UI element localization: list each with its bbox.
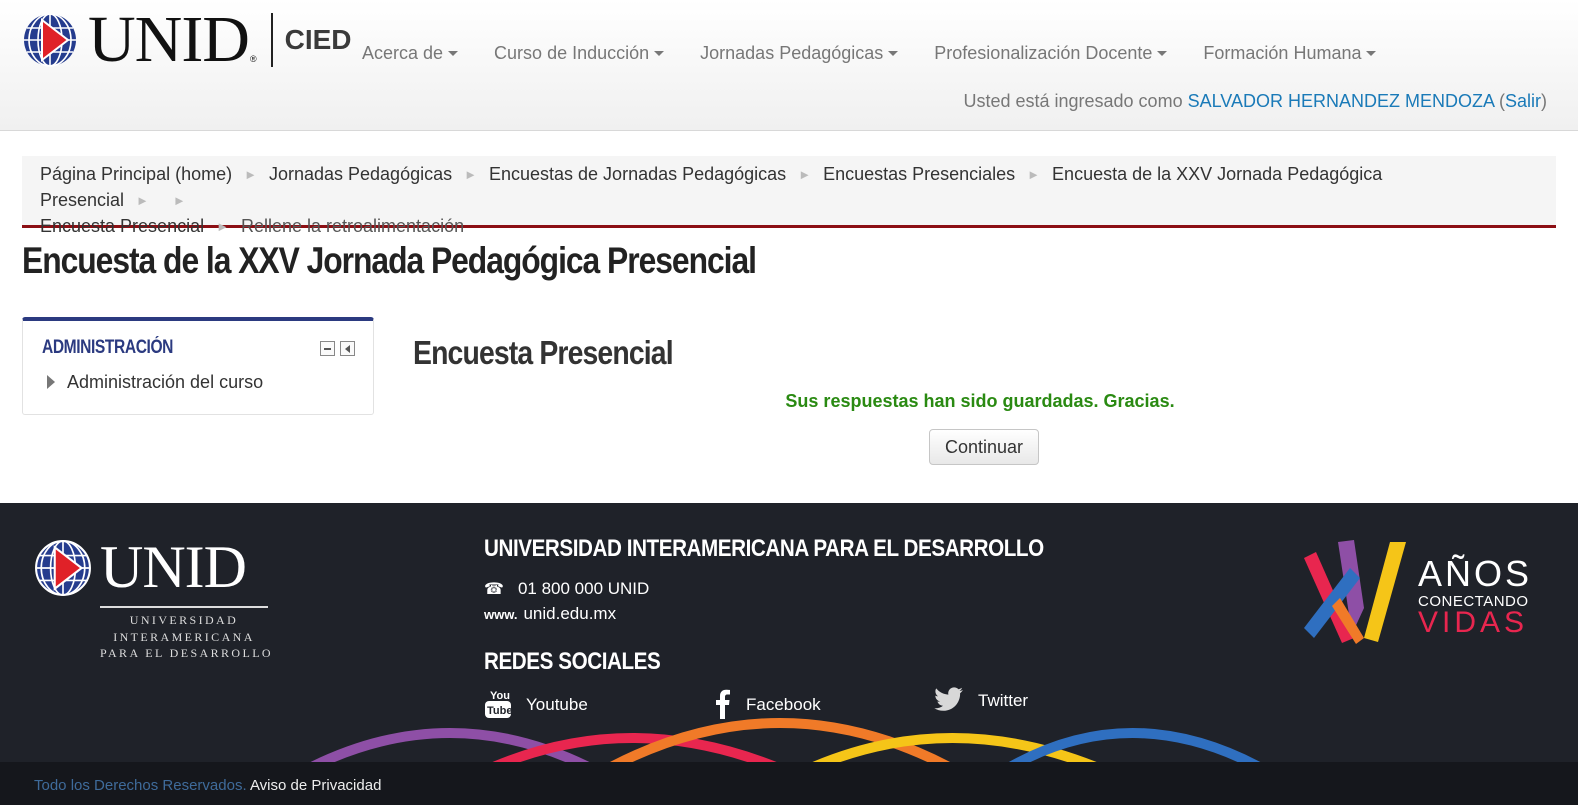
nav-acerca-de[interactable]: Acerca de — [344, 40, 476, 66]
expand-arrow-icon — [47, 375, 55, 389]
unid-globe-icon — [24, 13, 76, 67]
administration-block: ADMINISTRACIÓN Administración del curso — [22, 317, 374, 415]
nav-profesionalizacion-docente[interactable]: Profesionalización Docente — [916, 40, 1185, 66]
twitter-icon — [934, 687, 964, 716]
breadcrumb-separator-icon: ► — [1027, 167, 1041, 182]
facebook-link[interactable]: Facebook — [714, 687, 821, 724]
footer-bottom-bar: Todo los Derechos Reservados. Aviso de P… — [0, 762, 1578, 805]
svg-text:You: You — [490, 690, 510, 702]
caret-down-icon — [1366, 50, 1377, 56]
administration-block-title: ADMINISTRACIÓN — [42, 337, 174, 358]
breadcrumb-separator-icon: ► — [136, 193, 149, 208]
twitter-link[interactable]: Twitter — [934, 687, 1028, 716]
dock-block-icon[interactable] — [340, 341, 355, 356]
footer-phone: ☎ 01 800 000 UNID — [484, 579, 650, 598]
breadcrumb: Página Principal (home) ► Jornadas Pedagóg… — [22, 156, 1556, 236]
breadcrumb-encuestas-presenciales[interactable]: Encuestas Presenciales — [823, 164, 1015, 184]
collapse-block-icon[interactable] — [320, 341, 335, 356]
unid-cied-logo[interactable]: UNID ® CIED — [22, 3, 352, 76]
nav-formacion-humana[interactable]: Formación Humana — [1185, 40, 1394, 66]
caret-down-icon — [654, 50, 665, 56]
phone-icon: ☎ — [484, 581, 504, 598]
youtube-icon: You Tube — [484, 687, 512, 724]
breadcrumb-separator-icon: ► — [244, 167, 257, 182]
breadcrumb-encuestas-jornadas[interactable]: Encuestas de Jornadas Pedagógicas — [489, 164, 786, 184]
youtube-link[interactable]: You Tube Youtube — [484, 687, 588, 724]
svg-text:AÑOS: AÑOS — [1418, 553, 1532, 594]
breadcrumb-separator-icon: ► — [464, 167, 477, 182]
footer-web[interactable]: www. unid.edu.mx — [484, 604, 616, 624]
breadcrumb-separator-icon: ► — [798, 167, 812, 182]
user-profile-link[interactable]: SALVADOR HERNANDEZ MENDOZA — [1188, 91, 1494, 111]
copyright-text: Todo los Derechos Reservados. — [34, 777, 247, 794]
breadcrumb-jornadas[interactable]: Jornadas Pedagógicas — [269, 164, 452, 184]
continue-button[interactable]: Continuar — [929, 429, 1039, 465]
unid-globe-icon — [35, 540, 91, 596]
page-title: Encuesta de la XXV Jornada Pedagógica Pr… — [22, 240, 757, 281]
caret-down-icon — [448, 50, 459, 56]
logo-cied: CIED — [284, 24, 352, 55]
section-title: Encuesta Presencial — [413, 334, 674, 371]
breadcrumb-separator-icon: ► — [216, 219, 229, 234]
caret-down-icon — [888, 50, 899, 56]
breadcrumb-home[interactable]: Página Principal (home) — [40, 164, 232, 184]
breadcrumb-separator-icon: ► — [172, 193, 186, 208]
main-nav: Acerca de Curso de Inducción Jornadas Pe… — [344, 40, 1394, 66]
nav-jornadas-pedagogicas[interactable]: Jornadas Pedagógicas — [682, 40, 916, 66]
svg-text:VIDAS: VIDAS — [1418, 606, 1528, 639]
success-message: Sus respuestas han sido guardadas. Graci… — [785, 391, 1175, 411]
course-administration-item[interactable]: Administración del curso — [47, 372, 263, 393]
logo-wordmark: UNID — [88, 3, 250, 76]
footer-university-name: UNIVERSIDAD INTERAMERICANA PARA EL DESAR… — [484, 535, 1044, 562]
www-icon: www. — [484, 607, 518, 622]
login-info: Usted está ingresado como SALVADOR HERNA… — [963, 91, 1547, 111]
breadcrumb-current: Rellene la retroalimentación — [240, 216, 465, 236]
nav-curso-induccion[interactable]: Curso de Inducción — [476, 40, 682, 66]
xv-anos-logo: AÑOS CONECTANDO VIDAS — [1304, 540, 1532, 644]
svg-text:Tube: Tube — [487, 705, 512, 717]
caret-down-icon — [1157, 50, 1168, 56]
footer-logo-wordmark: UNID — [100, 534, 247, 600]
social-networks-title: REDES SOCIALES — [484, 648, 661, 675]
breadcrumb-encuesta-presencial[interactable]: Encuesta Presencial — [40, 216, 204, 236]
logo-divider — [270, 13, 273, 67]
privacy-notice-link[interactable]: Aviso de Privacidad — [250, 777, 381, 794]
facebook-icon — [714, 687, 732, 724]
site-header: UNID ® CIED Acerca de Curso de Inducción… — [0, 0, 1578, 131]
logout-link[interactable]: Salir — [1505, 91, 1541, 111]
